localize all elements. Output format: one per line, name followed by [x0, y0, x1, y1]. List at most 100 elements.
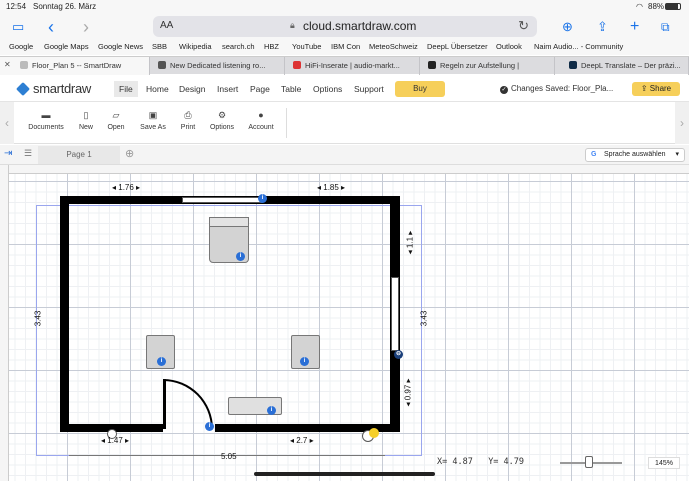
info-icon[interactable]: i [267, 406, 276, 415]
download-icon[interactable]: ⊕ [562, 17, 573, 37]
tab-aufstellung[interactable]: Regeln zur Aufstellung | [420, 57, 555, 75]
fav-wikipedia[interactable]: Wikipedia [179, 42, 212, 51]
connector-handle-icon[interactable]: ⊖ [394, 350, 403, 359]
tab-label: Floor_Plan 5 -- SmartDraw [32, 61, 122, 70]
menu-design[interactable]: Design [179, 84, 205, 94]
save-as-button[interactable]: ▣ Save As [138, 110, 168, 131]
fav-meteo[interactable]: MeteoSchweiz [369, 42, 418, 51]
tab-audio-markt[interactable]: HiFi-Inserate | audio-markt... [285, 57, 420, 75]
fav-youtube[interactable]: YouTube [292, 42, 321, 51]
options-label: Options [209, 124, 235, 131]
new-tab-icon[interactable]: + [630, 17, 639, 37]
share-icon[interactable]: ⇪ [597, 17, 608, 37]
info-icon[interactable]: i [258, 194, 267, 203]
menu-support[interactable]: Support [354, 84, 384, 94]
forward-icon[interactable]: › [83, 17, 89, 37]
status-time: 12:54 [6, 2, 27, 11]
smartdraw-logo: smartdraw [16, 81, 91, 96]
fav-google[interactable]: Google [9, 42, 33, 51]
fav-google-maps[interactable]: Google Maps [44, 42, 89, 51]
fav-search[interactable]: search.ch [222, 42, 255, 51]
new-doc-icon: ▯ [83, 110, 89, 120]
dim-right-lower-value: 0.97 [403, 384, 413, 401]
dim-left: 3.43 [33, 310, 43, 327]
status-date: Sonntag 26. März [33, 2, 97, 11]
fav-hbz[interactable]: HBZ [264, 42, 279, 51]
dim-bottom-right-value: 2.7 [296, 436, 308, 445]
user-icon: ● [258, 110, 264, 120]
sidebar-icon[interactable]: ▭ [12, 17, 24, 37]
dim-bottom: 5.05 [221, 452, 237, 461]
address-bar[interactable]: AA 🔒︎ cloud.smartdraw.com ↻ [153, 16, 537, 37]
fav-ibm[interactable]: IBM Con [331, 42, 360, 51]
fav-naim[interactable]: Naim Audio... - Community [534, 42, 623, 51]
dim-bottom-right: ◂ 2.7 ▸ [290, 436, 314, 445]
buy-button[interactable]: Buy [395, 81, 445, 97]
fav-google-news[interactable]: Google News [98, 42, 143, 51]
info-icon[interactable]: i [300, 357, 309, 366]
window-top[interactable] [182, 197, 262, 203]
dim-right-lower: ◂ 0.97 ▸ [403, 378, 413, 407]
new-label: New [78, 124, 93, 131]
tab-smartdraw[interactable]: ✕ Floor_Plan 5 -- SmartDraw [0, 57, 150, 75]
url-text: cloud.smartdraw.com [303, 19, 417, 33]
close-tab-icon[interactable]: ✕ [4, 60, 11, 69]
tabs-overview-icon[interactable]: ⧉ [661, 17, 670, 37]
panel-toggle-icon[interactable]: ⇥ [4, 148, 12, 159]
page-list-icon[interactable]: ☰ [24, 148, 32, 159]
tab-page-1[interactable]: Page 1 [38, 146, 120, 164]
wall-left[interactable] [60, 196, 69, 432]
share-button-icon: ⇪ [640, 84, 650, 93]
menu-options[interactable]: Options [313, 84, 342, 94]
account-button[interactable]: ● Account [246, 110, 276, 131]
documents-label: Documents [28, 124, 64, 131]
tab-favicon [569, 61, 577, 69]
check-icon: ✓ [500, 86, 508, 94]
fav-sbb[interactable]: SBB [152, 42, 167, 51]
reader-aa-button[interactable]: AA [160, 20, 173, 31]
right-panel-toggle-icon[interactable]: › [675, 102, 689, 144]
share-label: Share [649, 84, 672, 93]
zoom-level[interactable]: 145% [648, 457, 680, 469]
coord-x: X= 4.87 [437, 457, 473, 467]
menu-insert[interactable]: Insert [217, 84, 238, 94]
horizontal-ruler [9, 165, 689, 174]
print-button[interactable]: ⎙ Print [177, 110, 199, 131]
menu-page[interactable]: Page [250, 84, 270, 94]
info-icon[interactable]: i [157, 357, 166, 366]
documents-button[interactable]: ▬ Documents [28, 110, 64, 131]
fav-deepl[interactable]: DeepL Übersetzer [427, 42, 488, 51]
tab-listening-room[interactable]: New Dedicated listening ro... [150, 57, 285, 75]
open-button[interactable]: ▱ Open [104, 110, 128, 131]
share-button[interactable]: ⇪ Share [632, 82, 680, 96]
left-panel-toggle-icon[interactable]: ‹ [0, 102, 14, 144]
dim-right: 3.43 [419, 310, 429, 327]
new-button[interactable]: ▯ New [75, 110, 97, 131]
reload-icon[interactable]: ↻ [518, 18, 529, 34]
lock-icon: 🔒︎ [290, 20, 295, 30]
menu-home[interactable]: Home [146, 84, 169, 94]
wifi-icon: ◠ [636, 2, 643, 11]
info-icon[interactable]: i [205, 422, 214, 431]
back-icon[interactable]: ‹ [48, 17, 54, 37]
tab-deepl[interactable]: DeepL Translate – Der präzi... [555, 57, 689, 75]
chevron-down-icon: ▾ [675, 151, 679, 158]
options-button[interactable]: ⚙ Options [207, 110, 237, 131]
yellow-handle-icon[interactable] [369, 428, 379, 438]
zoom-slider-handle[interactable] [585, 456, 593, 468]
window-right[interactable] [391, 277, 399, 351]
menu-file[interactable]: File [114, 81, 138, 97]
tab-label: HiFi-Inserate | audio-markt... [305, 61, 400, 70]
info-icon[interactable]: i [236, 252, 245, 261]
dim-right-upper-value: 1.1 [405, 236, 415, 249]
favorites-bar: Google Google Maps Google News SBB Wikip… [0, 40, 689, 55]
dim-bottom-left-value: 1.47 [107, 436, 123, 445]
ribbon-divider [286, 108, 287, 138]
google-icon: G [591, 151, 597, 158]
add-page-icon[interactable]: ⊕ [125, 147, 134, 160]
language-select[interactable]: G Sprache auswählen ▾ [585, 148, 685, 162]
menu-table[interactable]: Table [281, 84, 301, 94]
gear-icon: ⚙ [217, 110, 227, 120]
logo-text: smartdraw [33, 81, 91, 96]
fav-outlook[interactable]: Outlook [496, 42, 522, 51]
